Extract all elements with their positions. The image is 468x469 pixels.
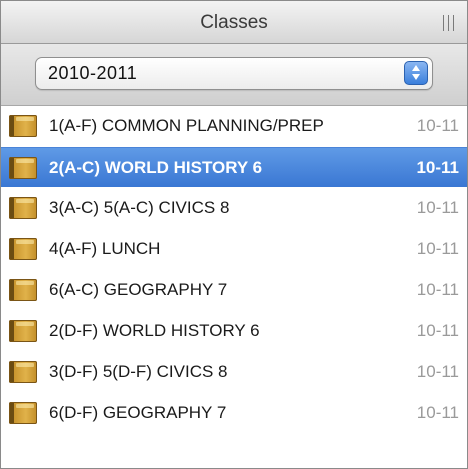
class-year: 10-11 [416, 239, 459, 258]
folder-icon [9, 157, 37, 179]
folder-icon [9, 238, 37, 260]
class-name: 2(D-F) WORLD HISTORY 6 [49, 321, 260, 340]
folder-icon [9, 115, 37, 137]
column-resize-grip-icon[interactable] [441, 15, 457, 31]
folder-icon [9, 197, 37, 219]
class-name: 3(D-F) 5(D-F) CIVICS 8 [49, 362, 228, 381]
class-name: 6(D-F) GEOGRAPHY 7 [49, 403, 227, 422]
folder-icon [9, 402, 37, 424]
class-year: 10-11 [416, 362, 459, 381]
class-row[interactable]: 6(D-F) GEOGRAPHY 7 10-11 [1, 393, 467, 433]
class-name: 4(A-F) LUNCH [49, 239, 161, 258]
class-name: 2(A-C) WORLD HISTORY 6 [49, 158, 263, 177]
class-row[interactable]: 1(A-F) COMMON PLANNING/PREP 10-11 [1, 106, 467, 146]
year-toolbar: 2010-2011 [1, 44, 467, 106]
classes-list: 1(A-F) COMMON PLANNING/PREP 10-11 2(A-C)… [1, 106, 467, 468]
year-select-value: 2010-2011 [48, 63, 138, 83]
panel-header: Classes [1, 1, 467, 44]
class-row[interactable]: 3(A-C) 5(A-C) CIVICS 8 10-11 [1, 188, 467, 228]
class-row[interactable]: 4(A-F) LUNCH 10-11 [1, 229, 467, 269]
class-row[interactable]: 6(A-C) GEOGRAPHY 7 10-11 [1, 270, 467, 310]
panel-title: Classes [200, 12, 268, 33]
class-name: 3(A-C) 5(A-C) CIVICS 8 [49, 198, 230, 217]
class-row[interactable]: 3(D-F) 5(D-F) CIVICS 8 10-11 [1, 352, 467, 392]
class-year: 10-11 [416, 321, 459, 340]
class-year: 10-11 [416, 116, 459, 135]
class-year: 10-11 [416, 198, 459, 217]
class-row-selected[interactable]: 2(A-C) WORLD HISTORY 6 10-11 [1, 147, 467, 187]
folder-icon [9, 279, 37, 301]
class-name: 1(A-F) COMMON PLANNING/PREP [49, 116, 324, 135]
class-year: 10-11 [416, 280, 459, 299]
class-year: 10-11 [416, 403, 459, 422]
folder-icon [9, 361, 37, 383]
class-name: 6(A-C) GEOGRAPHY 7 [49, 280, 228, 299]
year-select[interactable]: 2010-2011 [35, 57, 433, 90]
class-row[interactable]: 2(D-F) WORLD HISTORY 6 10-11 [1, 311, 467, 351]
classes-panel: Classes 2010-2011 1(A-F) COMMON PLANNING… [0, 0, 468, 469]
class-year: 10-11 [416, 158, 459, 177]
up-down-arrows-icon[interactable] [404, 61, 428, 85]
folder-icon [9, 320, 37, 342]
